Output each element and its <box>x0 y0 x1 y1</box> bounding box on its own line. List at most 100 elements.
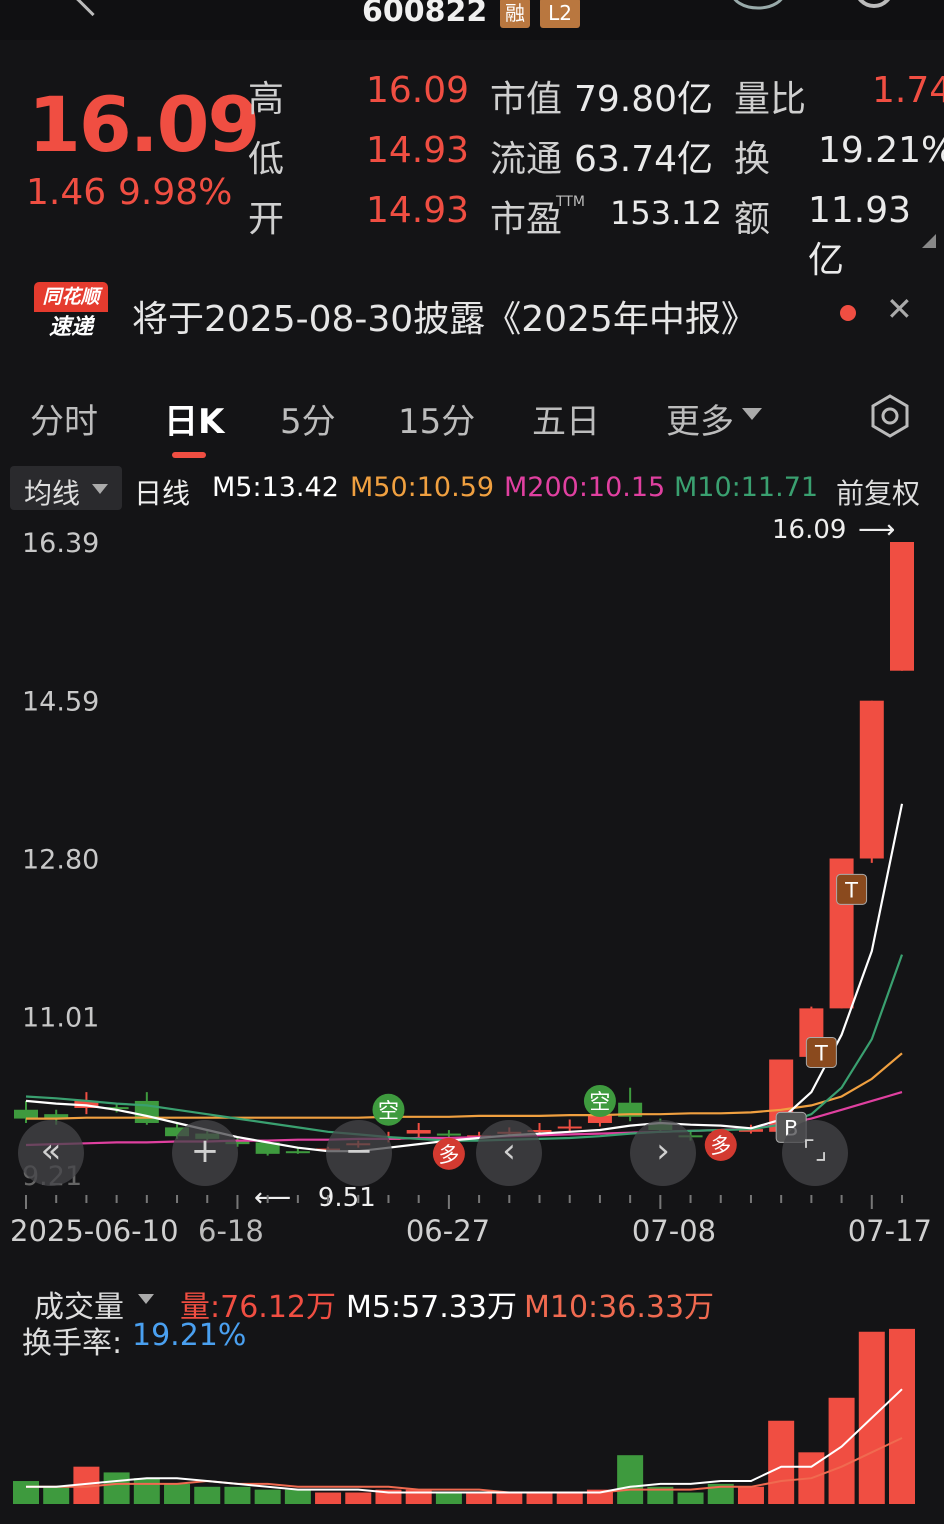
tab-intraday[interactable]: 分时 <box>30 394 98 443</box>
high-label: 高 <box>248 79 285 120</box>
volume-bar <box>284 1489 311 1504</box>
volume-bar <box>345 1492 372 1504</box>
open-value: 14.93 <box>366 190 470 231</box>
x-tick-label: 06-27 <box>406 1214 490 1248</box>
news-logo: 同花顺 速递 <box>34 282 108 344</box>
x-tick-label: 6-18 <box>198 1214 264 1248</box>
low-value: 14.93 <box>366 130 470 171</box>
float-label: 流通 <box>490 139 563 180</box>
adjust-mode[interactable]: 前复权 <box>836 472 920 512</box>
price-change-pct: 9.98% <box>118 172 233 213</box>
level2-tag: L2 <box>540 0 580 28</box>
volume-bar <box>103 1472 130 1504</box>
y-tick-label: 12.80 <box>22 845 99 876</box>
volume-bar <box>194 1486 221 1504</box>
high-value: 16.09 <box>366 70 470 111</box>
signal-marker-label: 空 <box>378 1099 399 1123</box>
volume-bar <box>466 1492 493 1504</box>
mcap-value: 79.80亿 <box>574 79 714 120</box>
volume-bar <box>556 1492 583 1504</box>
ma-dropdown-caret-icon <box>92 484 108 494</box>
volume-bar <box>315 1492 342 1504</box>
volume-bar <box>496 1492 523 1504</box>
max-arrow-icon: ⟶ <box>858 515 895 545</box>
candle-body <box>890 542 914 671</box>
volume-bar <box>224 1486 251 1504</box>
min-price-label: 9.51 <box>318 1183 376 1213</box>
candle-body <box>436 1133 461 1136</box>
volume-bar <box>617 1455 644 1504</box>
unread-dot-icon <box>840 305 856 321</box>
ma200-value: M200:10.15 <box>504 472 666 503</box>
amount-label: 额 <box>734 199 771 240</box>
tab-5min[interactable]: 5分 <box>280 394 336 443</box>
signal-marker-label: 多 <box>438 1143 459 1167</box>
news-logo-bottom: 速递 <box>48 315 93 340</box>
volume-bar <box>768 1420 795 1504</box>
close-icon[interactable]: ✕ <box>886 290 913 328</box>
news-logo-top: 同花顺 <box>34 282 108 312</box>
signal-marker-label: 多 <box>710 1134 731 1158</box>
zoom-in-button[interactable]: + <box>172 1120 238 1186</box>
ma10-value: M10:11.71 <box>674 472 819 503</box>
scroll-left-button[interactable]: ‹ <box>476 1120 542 1186</box>
y-tick-label: 16.39 <box>22 528 99 559</box>
tab-15min[interactable]: 15分 <box>398 394 475 443</box>
scroll-right-button[interactable]: › <box>630 1120 696 1186</box>
volume-ratio-value: 1.74 <box>872 70 944 111</box>
y-tick-label: 14.59 <box>22 687 99 718</box>
candle-body <box>859 700 884 859</box>
avatar-icon <box>733 0 783 10</box>
jump-start-button[interactable]: « <box>18 1120 84 1186</box>
volume-bar <box>526 1492 553 1504</box>
pe-value: 153.12 <box>610 194 722 232</box>
float-value: 63.74亿 <box>574 139 714 180</box>
price-change: 1.46 <box>26 172 107 213</box>
expand-corner-icon[interactable] <box>922 234 936 248</box>
fullscreen-button[interactable]: ⌜⌟ <box>782 1120 848 1186</box>
tab-active-indicator <box>172 452 206 458</box>
ma50-value: M50:10.59 <box>350 472 495 503</box>
tab-more[interactable]: 更多 <box>666 394 734 443</box>
volume-bar <box>13 1481 39 1504</box>
ma5-value: M5:13.42 <box>212 472 339 503</box>
volume-bar <box>828 1397 855 1504</box>
x-tick-label: 07-08 <box>632 1214 716 1248</box>
volume-bar <box>133 1478 160 1504</box>
candle-body <box>14 1109 38 1119</box>
news-headline[interactable]: 将于2025-08-30披露《2025年中报》 <box>132 290 757 342</box>
settings-gear-icon[interactable] <box>868 394 912 438</box>
candle-body <box>587 1115 612 1123</box>
turnover-label: 换 <box>734 139 771 180</box>
turnover-value: 19.21% <box>818 130 944 171</box>
volume-bar <box>254 1489 281 1504</box>
x-tick-label: 07-17 <box>848 1214 932 1248</box>
volume-ratio-label: 量比 <box>734 79 807 120</box>
candle-body <box>406 1130 431 1134</box>
pe-ttm-sup: TTM <box>556 194 585 210</box>
open-label: 开 <box>248 199 285 240</box>
volume-chart <box>13 1328 915 1504</box>
volume-bar <box>889 1328 915 1504</box>
signal-marker-label: T <box>844 878 858 902</box>
top-icons <box>733 0 890 10</box>
more-dropdown-icon[interactable] <box>742 408 762 422</box>
mcap-label: 市值 <box>490 79 563 120</box>
search-icon <box>858 0 890 8</box>
min-arrow-icon: ⟵ <box>254 1183 291 1213</box>
zoom-out-button[interactable]: − <box>326 1120 392 1186</box>
low-label: 低 <box>248 139 285 180</box>
tab-five-day[interactable]: 五日 <box>532 394 600 443</box>
margin-tag: 融 <box>500 0 530 28</box>
volume-bar <box>164 1483 191 1504</box>
stock-code: 600822 <box>362 0 488 29</box>
ma-dropdown-label: 均线 <box>24 477 81 510</box>
volume-bar <box>677 1492 704 1504</box>
tab-daily-k[interactable]: 日K <box>164 394 224 443</box>
pe-label: 市盈 <box>490 199 563 240</box>
candle-body <box>285 1151 310 1154</box>
x-tick-label: 2025-06-10 <box>10 1214 179 1248</box>
volume-bar <box>737 1486 764 1504</box>
last-price: 16.09 <box>28 80 260 169</box>
volume-bar <box>435 1492 462 1504</box>
